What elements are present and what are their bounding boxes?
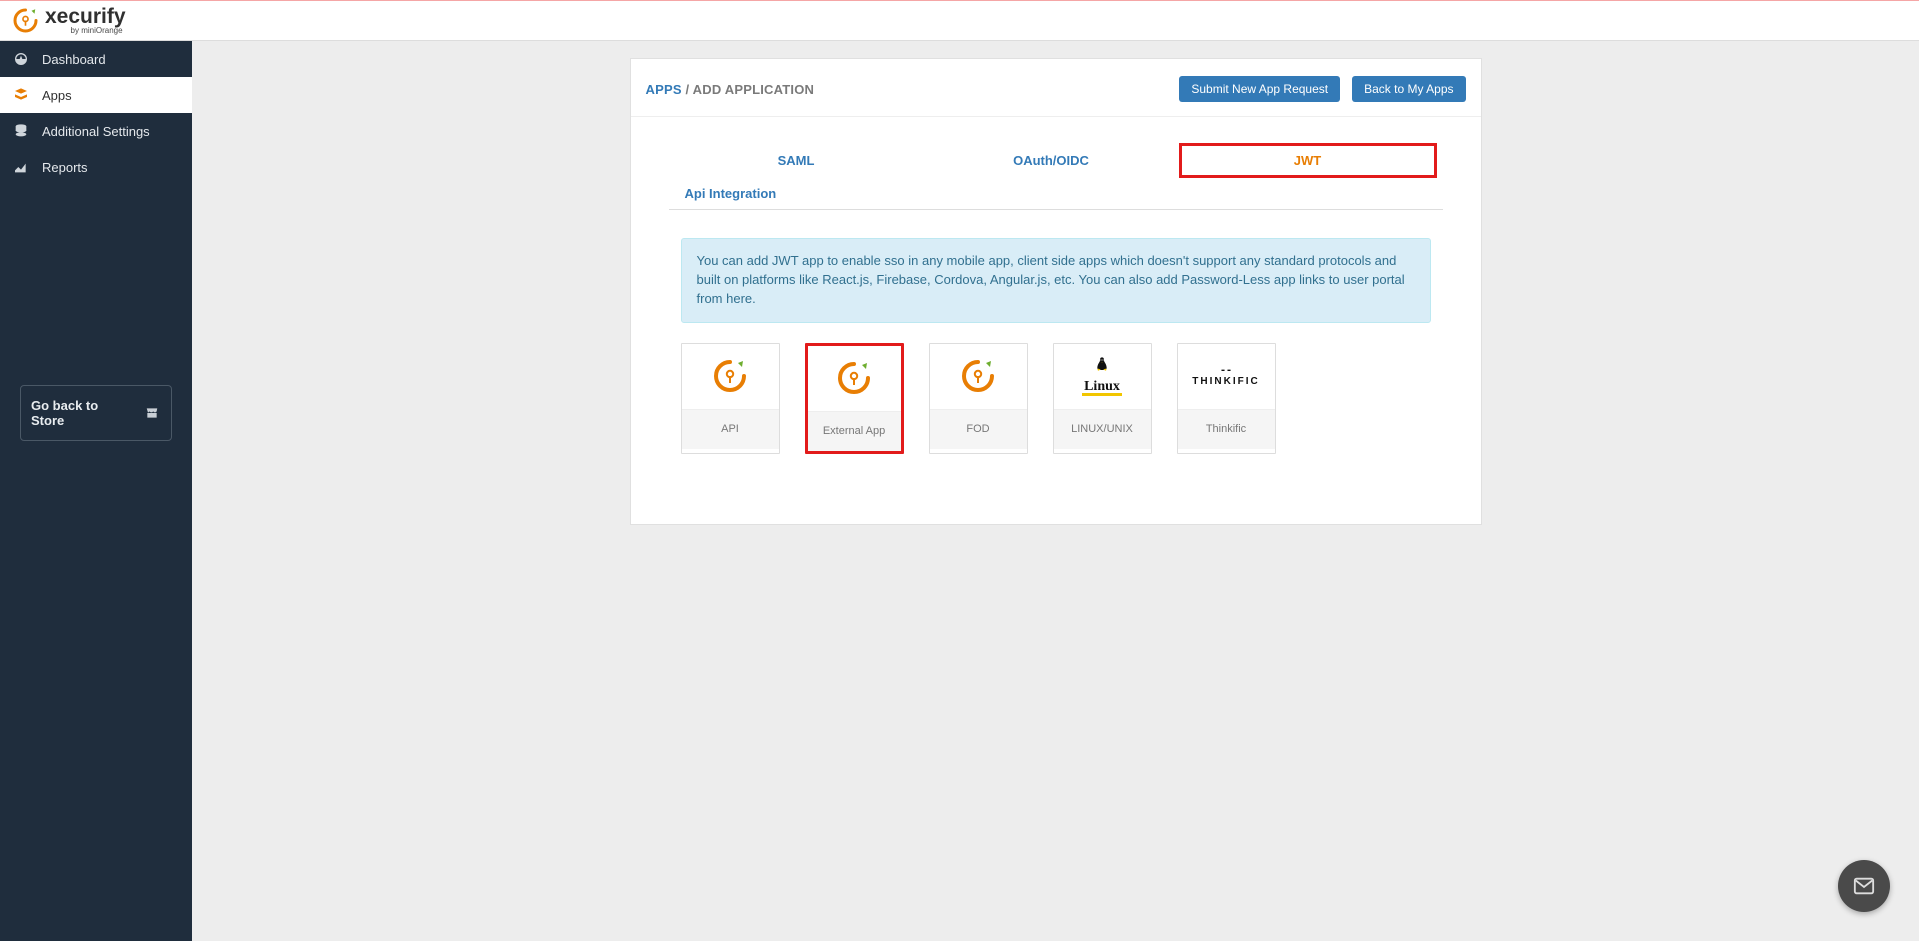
submit-app-request-button[interactable]: Submit New App Request [1179, 76, 1340, 102]
mail-icon [1849, 875, 1879, 897]
info-box: You can add JWT app to enable sso in any… [681, 238, 1431, 323]
nav-label: Reports [42, 160, 88, 175]
logo-icon [12, 7, 39, 34]
panel-header: APPS / ADD APPLICATION Submit New App Re… [631, 59, 1481, 117]
card-fod-icon [930, 344, 1027, 409]
panel: APPS / ADD APPLICATION Submit New App Re… [630, 58, 1482, 525]
back-to-store-button[interactable]: Go back to Store [20, 385, 172, 441]
nav-apps[interactable]: Apps [0, 77, 192, 113]
thinkific-icon: --THINKIFIC [1178, 344, 1275, 409]
card-linux-label: LINUX/UNIX [1054, 409, 1151, 449]
crumb-sep: / [686, 82, 690, 97]
store-icon [143, 406, 161, 420]
card-api[interactable]: API [681, 343, 780, 454]
nav-label: Additional Settings [42, 124, 150, 139]
back-store-label: Go back to Store [31, 398, 135, 428]
contact-fab[interactable] [1838, 860, 1890, 912]
linux-icon: Linux [1054, 344, 1151, 409]
nav-dashboard[interactable]: Dashboard [0, 41, 192, 77]
card-linux[interactable]: Linux LINUX/UNIX [1053, 343, 1152, 454]
logo[interactable]: xecurify by miniOrange [12, 6, 126, 35]
main-content: APPS / ADD APPLICATION Submit New App Re… [192, 41, 1919, 941]
app-cards: API External App [681, 343, 1443, 454]
card-fod-label: FOD [930, 409, 1027, 449]
tab-api-integration[interactable]: Api Integration [669, 178, 793, 209]
database-icon [12, 122, 30, 140]
card-external-app[interactable]: External App [805, 343, 904, 454]
tabs: SAML OAuth/OIDC JWT Api Integration [669, 143, 1443, 210]
tab-jwt[interactable]: JWT [1179, 143, 1437, 178]
crumb-root[interactable]: APPS [646, 82, 682, 97]
nav-reports[interactable]: Reports [0, 149, 192, 185]
top-header: xecurify by miniOrange [0, 0, 1919, 41]
card-external-icon [808, 346, 901, 411]
brand-name: xecurify [45, 6, 126, 27]
tab-saml[interactable]: SAML [669, 143, 924, 178]
nav-label: Dashboard [42, 52, 106, 67]
card-fod[interactable]: FOD [929, 343, 1028, 454]
chart-icon [12, 158, 30, 176]
card-api-label: API [682, 409, 779, 449]
dashboard-icon [12, 50, 30, 68]
card-api-icon [682, 344, 779, 409]
card-thinkific[interactable]: --THINKIFIC Thinkific [1177, 343, 1276, 454]
card-external-label: External App [808, 411, 901, 451]
sidebar: Dashboard Apps Additional Settings Repor… [0, 41, 192, 941]
card-thinkific-label: Thinkific [1178, 409, 1275, 449]
nav-label: Apps [42, 88, 72, 103]
nav-settings[interactable]: Additional Settings [0, 113, 192, 149]
brand-sub: by miniOrange [45, 27, 126, 35]
breadcrumb: APPS / ADD APPLICATION [646, 82, 815, 97]
back-to-my-apps-button[interactable]: Back to My Apps [1352, 76, 1465, 102]
apps-icon [12, 86, 30, 104]
tab-oauth[interactable]: OAuth/OIDC [924, 143, 1179, 178]
crumb-page: ADD APPLICATION [693, 82, 814, 97]
